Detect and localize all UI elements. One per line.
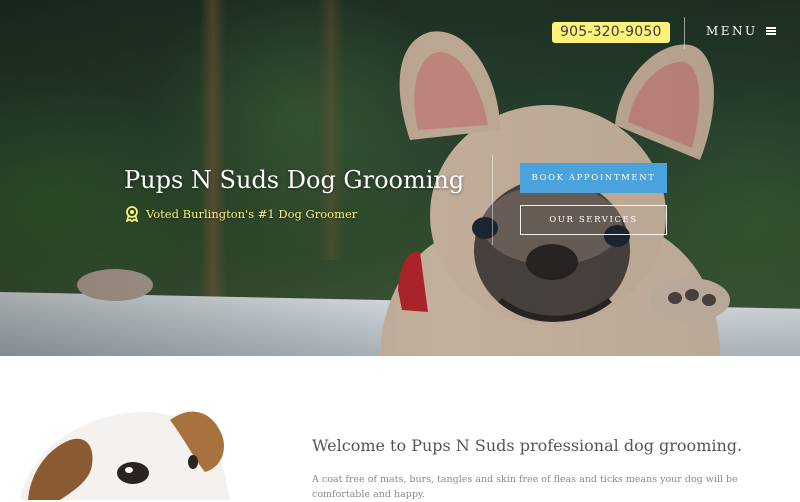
our-services-button[interactable]: OUR SERVICES <box>520 205 667 235</box>
tagline-text: Voted Burlington's #1 Dog Groomer <box>146 207 358 221</box>
hamburger-icon <box>765 27 776 35</box>
header-divider <box>684 17 685 49</box>
hero-title: Pups N Suds Dog Grooming <box>124 166 465 194</box>
welcome-text: A coat free of mats, burs, tangles and s… <box>312 474 738 500</box>
hero-divider <box>492 155 493 245</box>
welcome-heading: Welcome to Pups N Suds professional dog … <box>312 436 743 455</box>
terrier-image <box>20 411 230 500</box>
hero-tagline: Voted Burlington's #1 Dog Groomer <box>125 206 357 222</box>
phone-number[interactable]: 905-320-9050 <box>552 22 670 43</box>
menu-button[interactable]: MENU <box>706 24 776 38</box>
book-appointment-button[interactable]: BOOK APPOINTMENT <box>520 163 667 193</box>
award-ribbon-icon <box>125 206 139 222</box>
hero-banner: 905-320-9050 MENU Pups N Suds Dog Groomi… <box>0 0 800 356</box>
menu-label: MENU <box>706 24 758 38</box>
